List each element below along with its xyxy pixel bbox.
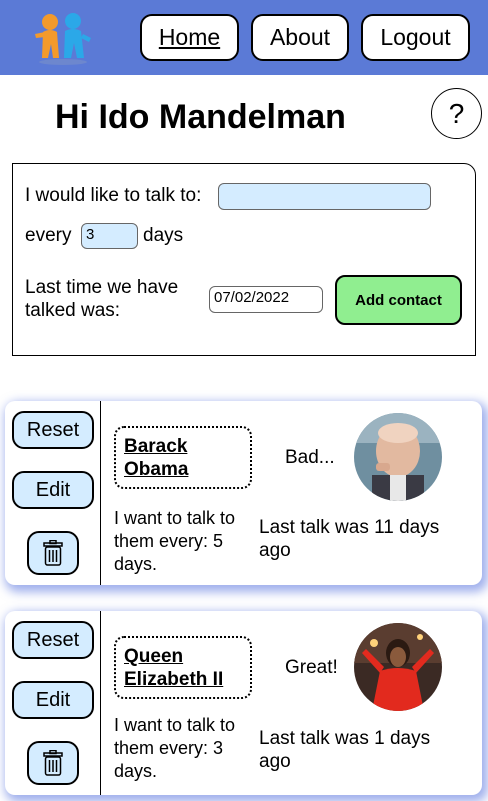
days-label: days: [143, 225, 184, 246]
last-talk-line: ago: [259, 540, 291, 561]
frequency-line: I want to talk to: [114, 508, 236, 528]
add-contact-form: I would like to talk to: every 3 days La…: [12, 163, 476, 356]
help-button[interactable]: ?: [431, 88, 482, 139]
logo-icon: [35, 13, 91, 65]
frequency-line: days.: [114, 761, 158, 781]
last-talk-text: Last talk was 11 days ago: [259, 516, 459, 562]
edit-button[interactable]: Edit: [12, 681, 94, 719]
mood-text: Bad...: [285, 447, 335, 468]
delete-button[interactable]: [27, 531, 79, 575]
contact-name-input[interactable]: [218, 183, 431, 210]
last-talk-line: Last talk was 1 days: [259, 728, 431, 749]
frequency-line: days.: [114, 554, 158, 574]
delete-button[interactable]: [27, 741, 79, 785]
last-talk-text: Last talk was 1 days ago: [259, 727, 459, 773]
trash-icon: [43, 750, 63, 776]
frequency-line: them every: 3: [114, 738, 224, 758]
add-contact-button[interactable]: Add contact: [335, 275, 462, 325]
contact-name-line: Queen: [124, 646, 184, 667]
frequency-text: I want to talk to them every: 5 days.: [114, 507, 254, 576]
contact-name-link[interactable]: Barack Obama: [114, 426, 252, 489]
last-talk-date-input[interactable]: 07/02/2022: [209, 286, 323, 313]
frequency-input[interactable]: 3: [81, 223, 138, 249]
frequency-text: I want to talk to them every: 3 days.: [114, 714, 254, 783]
contact-avatar: [354, 413, 442, 501]
reset-button[interactable]: Reset: [12, 411, 94, 449]
nav-home-button[interactable]: Home: [140, 14, 239, 61]
reset-button[interactable]: Reset: [12, 621, 94, 659]
nav-logout-button[interactable]: Logout: [361, 14, 470, 61]
talk-to-label: I would like to talk to:: [25, 185, 202, 206]
greeting-title: Hi Ido Mandelman: [55, 98, 346, 136]
frequency-line: I want to talk to: [114, 715, 236, 735]
last-time-label-cont: talked was:: [25, 300, 121, 321]
nav-about-button[interactable]: About: [251, 14, 349, 61]
frequency-line: them every: 5: [114, 531, 224, 551]
contact-name-line: Barack: [124, 436, 188, 457]
contact-name-line: Obama: [124, 459, 189, 480]
card-actions: Reset Edit: [5, 611, 101, 795]
every-label: every: [25, 225, 72, 246]
header-bar: Home About Logout: [0, 0, 488, 75]
last-talk-line: ago: [259, 751, 291, 772]
card-actions: Reset Edit: [5, 401, 101, 585]
mood-text: Great!: [285, 657, 338, 678]
edit-button[interactable]: Edit: [12, 471, 94, 509]
contact-avatar: [354, 623, 442, 711]
trash-icon: [43, 540, 63, 566]
contact-card: Reset Edit Barack Obama I want to talk t…: [5, 401, 482, 585]
last-talk-line: Last talk was 11 days: [259, 517, 440, 538]
contact-card: Reset Edit Queen Elizabeth II I want to …: [5, 611, 482, 795]
last-time-label: Last time we have: [25, 277, 179, 298]
contact-name-line: Elizabeth II: [124, 669, 224, 690]
contact-name-link[interactable]: Queen Elizabeth II: [114, 636, 252, 699]
